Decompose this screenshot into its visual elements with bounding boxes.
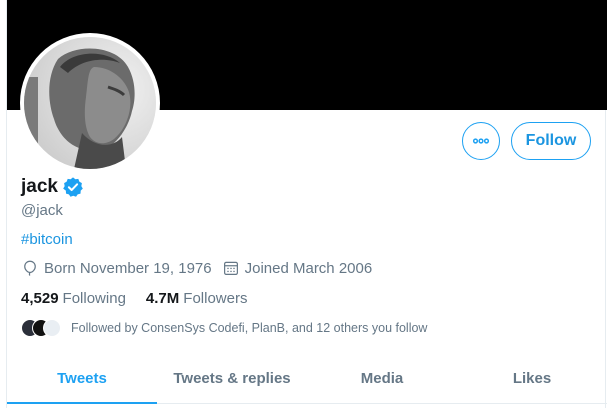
- profile-page: Follow jack @jack #bitcoin Born November…: [6, 0, 607, 408]
- bio-hashtag-link[interactable]: #bitcoin: [21, 231, 73, 248]
- follow-counts: 4,529 Following 4.7M Followers: [21, 290, 267, 307]
- join-date-text: Joined March 2006: [244, 259, 373, 277]
- followers-you-know-link[interactable]: Followed by ConsenSys Codefi, PlanB, and…: [21, 319, 427, 337]
- profile-name-row: jack: [21, 176, 84, 198]
- avatar-photo: [24, 37, 156, 169]
- birth-date: Born November 19, 1976: [21, 259, 212, 277]
- following-label: Following: [62, 290, 126, 307]
- profile-handle: @jack: [21, 202, 63, 219]
- tab-likes[interactable]: Likes: [457, 354, 607, 403]
- followers-label: Followers: [183, 290, 248, 307]
- more-horizontal-icon: [472, 138, 490, 144]
- followers-you-know-avatars: [21, 319, 65, 337]
- tab-media[interactable]: Media: [307, 354, 457, 403]
- profile-tabs: Tweets Tweets & replies Media Likes: [7, 354, 607, 404]
- profile-name: jack: [21, 176, 58, 197]
- following-link[interactable]: 4,529 Following: [21, 290, 126, 307]
- tab-tweets[interactable]: Tweets: [7, 354, 157, 404]
- join-date: Joined March 2006: [222, 259, 373, 277]
- more-options-button[interactable]: [462, 122, 500, 160]
- calendar-icon: [223, 261, 238, 275]
- followers-count: 4.7M: [145, 290, 180, 307]
- followers-link[interactable]: 4.7M Followers: [146, 290, 248, 307]
- followers-you-know-text: Followed by ConsenSys Codefi, PlanB, and…: [71, 321, 428, 335]
- profile-meta: Born November 19, 1976 Joined March 2006: [21, 259, 382, 277]
- tab-tweets-and-replies[interactable]: Tweets & replies: [157, 354, 307, 403]
- follow-button[interactable]: Follow: [511, 122, 591, 160]
- profile-avatar[interactable]: [20, 33, 160, 173]
- verified-badge-icon[interactable]: [62, 176, 84, 198]
- avatar-portrait-image: [24, 37, 156, 169]
- mini-avatar: [43, 319, 61, 337]
- birth-date-text: Born November 19, 1976: [44, 259, 212, 277]
- balloon-icon: [24, 260, 36, 276]
- following-count: 4,529: [21, 290, 59, 307]
